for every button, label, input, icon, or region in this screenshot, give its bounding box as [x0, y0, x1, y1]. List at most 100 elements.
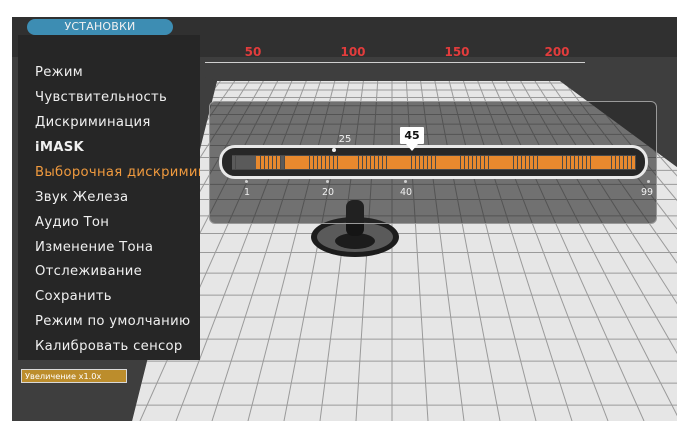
notch-slider-track[interactable]	[232, 155, 636, 170]
notch-segment[interactable]	[566, 156, 571, 169]
notch-segment[interactable]	[293, 156, 297, 169]
menu-item[interactable]: Выборочная дискримина	[35, 162, 200, 184]
notch-segment[interactable]	[362, 156, 367, 169]
notch-segment[interactable]	[317, 156, 322, 169]
notch-segment[interactable]	[280, 156, 285, 169]
notch-segment[interactable]	[260, 156, 265, 169]
notch-segment[interactable]	[256, 156, 260, 169]
notch-segment[interactable]	[419, 156, 424, 169]
notch-segment[interactable]	[570, 156, 575, 169]
notch-segment[interactable]	[244, 156, 248, 169]
notch-segment[interactable]	[513, 156, 518, 169]
notch-segment[interactable]	[448, 156, 452, 169]
notch-segment[interactable]	[587, 156, 591, 169]
notch-segment[interactable]	[407, 156, 411, 169]
notch-segment[interactable]	[366, 156, 371, 169]
menu-item[interactable]: Режим по умолчанию	[35, 311, 200, 333]
notch-segment[interactable]	[497, 156, 501, 169]
menu-item[interactable]: Дискриминация	[35, 112, 200, 134]
menu-item[interactable]: Калибровать сенсор	[35, 336, 200, 358]
notch-segment[interactable]	[533, 156, 538, 169]
notch-segment[interactable]	[382, 156, 387, 169]
notch-segment[interactable]	[554, 156, 558, 169]
menu-item[interactable]: iMASK	[35, 137, 200, 159]
notch-segment[interactable]	[542, 156, 546, 169]
notch-segment[interactable]	[493, 156, 497, 169]
notch-segment[interactable]	[436, 156, 440, 169]
notch-segment[interactable]	[395, 156, 399, 169]
notch-segment[interactable]	[285, 156, 289, 169]
notch-segment[interactable]	[501, 156, 505, 169]
notch-segment[interactable]	[391, 156, 395, 169]
menu-item[interactable]: Изменение Тона	[35, 237, 200, 259]
current-value-box[interactable]: 45	[400, 127, 424, 144]
notch-segment[interactable]	[558, 156, 562, 169]
notch-segment[interactable]	[378, 156, 383, 169]
notch-segment[interactable]	[631, 156, 636, 169]
notch-segment[interactable]	[603, 156, 607, 169]
notch-segment[interactable]	[456, 156, 460, 169]
menu-item[interactable]: Сохранить	[35, 286, 200, 308]
notch-segment[interactable]	[595, 156, 599, 169]
menu-item[interactable]: Чувствительность	[35, 87, 200, 109]
notch-segment[interactable]	[427, 156, 432, 169]
notch-segment[interactable]	[411, 156, 416, 169]
notch-segment[interactable]	[591, 156, 595, 169]
notch-segment[interactable]	[403, 156, 407, 169]
notch-segment[interactable]	[297, 156, 301, 169]
notch-segment[interactable]	[374, 156, 379, 169]
notch-segment[interactable]	[305, 156, 309, 169]
notch-segment[interactable]	[472, 156, 477, 169]
notch-segment[interactable]	[264, 156, 269, 169]
notch-segment[interactable]	[431, 156, 436, 169]
notch-segment[interactable]	[599, 156, 603, 169]
notch-segment[interactable]	[444, 156, 448, 169]
notch-segment[interactable]	[623, 156, 628, 169]
notch-segment[interactable]	[578, 156, 583, 169]
slider-pointer-icon[interactable]	[406, 144, 418, 151]
notch-segment[interactable]	[268, 156, 273, 169]
notch-segment[interactable]	[342, 156, 346, 169]
notch-segment[interactable]	[370, 156, 375, 169]
notch-segment[interactable]	[329, 156, 334, 169]
notch-segment[interactable]	[468, 156, 473, 169]
notch-segment[interactable]	[574, 156, 579, 169]
notch-segment[interactable]	[272, 156, 277, 169]
notch-segment[interactable]	[562, 156, 566, 169]
notch-segment[interactable]	[538, 156, 542, 169]
notch-segment[interactable]	[464, 156, 469, 169]
notch-segment[interactable]	[321, 156, 326, 169]
notch-segment[interactable]	[276, 156, 281, 169]
settings-tab[interactable]: УСТАНОВКИ	[27, 19, 173, 35]
notch-segment[interactable]	[550, 156, 554, 169]
notch-segment[interactable]	[415, 156, 420, 169]
notch-segment[interactable]	[248, 156, 252, 169]
notch-segment[interactable]	[619, 156, 624, 169]
notch-segment[interactable]	[354, 156, 358, 169]
notch-segment[interactable]	[476, 156, 481, 169]
notch-segment[interactable]	[529, 156, 534, 169]
menu-item[interactable]: Звук Железа	[35, 187, 200, 209]
notch-segment[interactable]	[452, 156, 456, 169]
notch-segment[interactable]	[350, 156, 354, 169]
notch-segment[interactable]	[440, 156, 444, 169]
notch-segment[interactable]	[423, 156, 428, 169]
notch-segment[interactable]	[509, 156, 513, 169]
notch-segment[interactable]	[615, 156, 620, 169]
notch-segment[interactable]	[480, 156, 485, 169]
notch-segment[interactable]	[489, 156, 493, 169]
notch-segment[interactable]	[627, 156, 632, 169]
notch-segment[interactable]	[240, 156, 244, 169]
notch-segment[interactable]	[346, 156, 350, 169]
notch-segment[interactable]	[309, 156, 313, 169]
notch-segment[interactable]	[325, 156, 330, 169]
menu-item[interactable]: Режим	[35, 62, 200, 84]
notch-segment[interactable]	[517, 156, 522, 169]
notch-segment[interactable]	[546, 156, 550, 169]
notch-segment[interactable]	[236, 156, 240, 169]
notch-segment[interactable]	[525, 156, 530, 169]
notch-segment[interactable]	[338, 156, 342, 169]
notch-segment[interactable]	[252, 156, 256, 169]
notch-segment[interactable]	[505, 156, 509, 169]
notch-segment[interactable]	[313, 156, 318, 169]
